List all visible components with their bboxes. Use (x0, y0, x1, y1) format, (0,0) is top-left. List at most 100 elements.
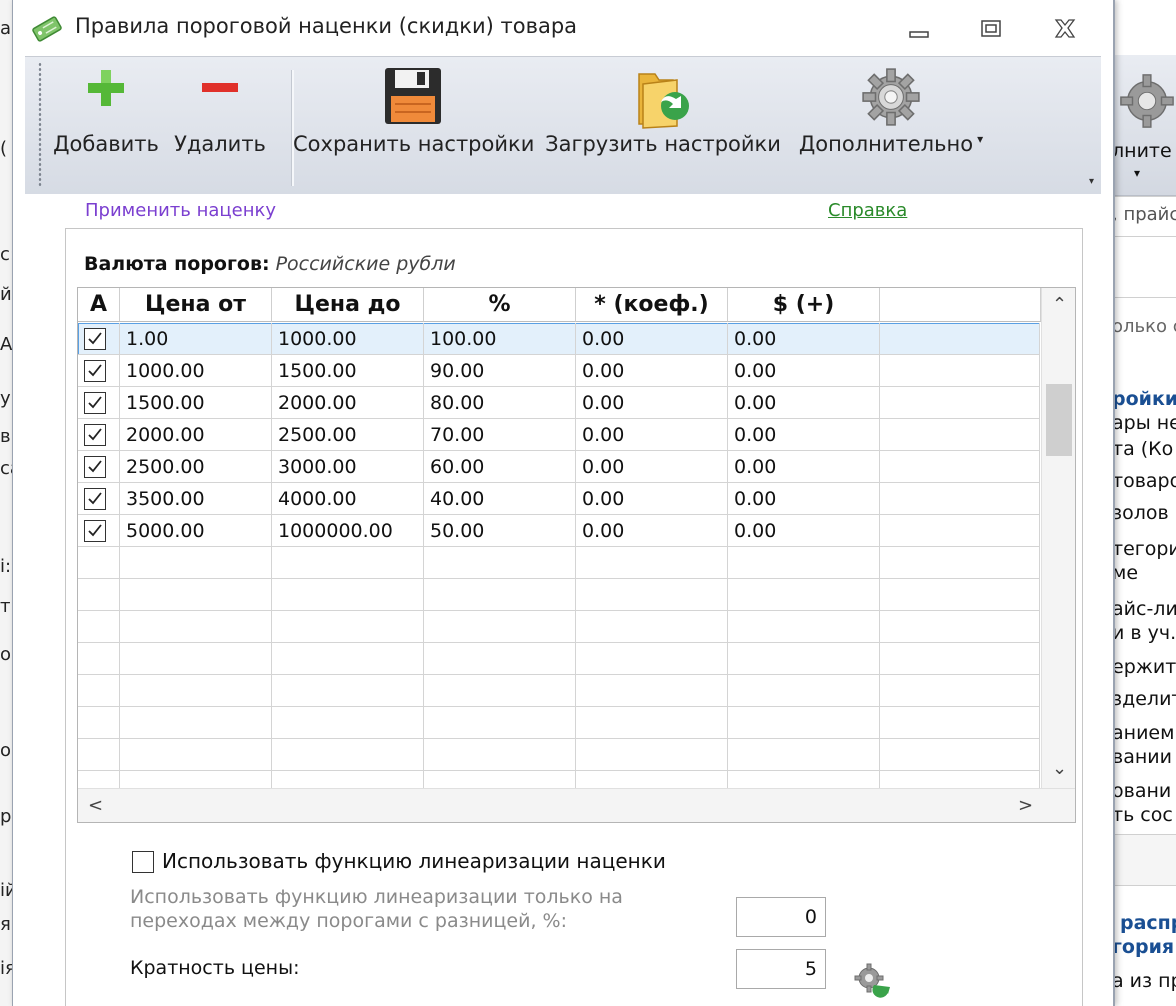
cell-from[interactable] (120, 707, 272, 739)
cell-active[interactable] (78, 323, 120, 355)
save-settings-button[interactable]: Сохранить настройки (293, 56, 534, 194)
row-active-checkbox[interactable] (84, 456, 106, 478)
cell-active[interactable] (78, 643, 120, 675)
cell-coef[interactable]: 0.00 (576, 483, 728, 515)
cell-from[interactable] (120, 675, 272, 707)
cell-coef[interactable] (576, 547, 728, 579)
toolbar-overflow-icon[interactable]: ▾ (1089, 176, 1103, 190)
empty-row[interactable] (78, 579, 1040, 611)
linearization-threshold-input[interactable] (736, 897, 826, 937)
cell-filler[interactable] (880, 419, 1040, 451)
cell-coef[interactable]: 0.00 (576, 323, 728, 355)
cell-pct[interactable] (424, 739, 576, 771)
cell-to[interactable] (272, 675, 424, 707)
table-row[interactable]: 1500.00 2000.00 80.00 0.00 0.00 (78, 387, 1040, 419)
cell-from[interactable]: 2500.00 (120, 451, 272, 483)
cell-plus[interactable]: 0.00 (728, 419, 880, 451)
recalculate-icon[interactable] (854, 963, 890, 999)
cell-to[interactable] (272, 611, 424, 643)
cell-from[interactable]: 1.00 (120, 323, 272, 355)
delete-button[interactable]: Удалить (173, 56, 267, 194)
cell-pct[interactable] (424, 547, 576, 579)
table-row[interactable]: 1.00 1000.00 100.00 0.00 0.00 (78, 323, 1040, 355)
cell-pct[interactable]: 70.00 (424, 419, 576, 451)
cell-filler[interactable] (880, 515, 1040, 547)
row-active-checkbox[interactable] (84, 392, 106, 414)
cell-coef[interactable] (576, 579, 728, 611)
cell-to[interactable]: 2000.00 (272, 387, 424, 419)
cell-coef[interactable] (576, 707, 728, 739)
load-settings-button[interactable]: Загрузить настройки (545, 56, 781, 194)
cell-to[interactable]: 4000.00 (272, 483, 424, 515)
cell-from[interactable]: 2000.00 (120, 419, 272, 451)
cell-from[interactable] (120, 579, 272, 611)
cell-plus[interactable] (728, 739, 880, 771)
cell-pct[interactable]: 60.00 (424, 451, 576, 483)
cell-active[interactable] (78, 707, 120, 739)
cell-to[interactable] (272, 643, 424, 675)
cell-to[interactable] (272, 707, 424, 739)
cell-from[interactable] (120, 611, 272, 643)
cell-active[interactable] (78, 579, 120, 611)
col-header-price-from[interactable]: Цена от (120, 288, 272, 322)
cell-to[interactable] (272, 547, 424, 579)
row-active-checkbox[interactable] (84, 488, 106, 510)
cell-coef[interactable] (576, 611, 728, 643)
cell-active[interactable] (78, 515, 120, 547)
cell-coef[interactable] (576, 739, 728, 771)
cell-coef[interactable]: 0.00 (576, 515, 728, 547)
cell-pct[interactable]: 50.00 (424, 515, 576, 547)
cell-filler[interactable] (880, 547, 1040, 579)
table-row[interactable]: 2000.00 2500.00 70.00 0.00 0.00 (78, 419, 1040, 451)
cell-plus[interactable]: 0.00 (728, 451, 880, 483)
cell-pct[interactable] (424, 579, 576, 611)
cell-plus[interactable]: 0.00 (728, 355, 880, 387)
cell-filler[interactable] (880, 355, 1040, 387)
cell-active[interactable] (78, 419, 120, 451)
cell-active[interactable] (78, 675, 120, 707)
empty-row[interactable] (78, 611, 1040, 643)
cell-to[interactable] (272, 739, 424, 771)
cell-pct[interactable] (424, 611, 576, 643)
cell-filler[interactable] (880, 323, 1040, 355)
col-header-percent[interactable]: % (424, 288, 576, 322)
cell-filler[interactable] (880, 643, 1040, 675)
linearization-checkbox[interactable] (132, 851, 154, 873)
cell-filler[interactable] (880, 451, 1040, 483)
empty-row[interactable] (78, 707, 1040, 739)
cell-plus[interactable]: 0.00 (728, 323, 880, 355)
table-row[interactable]: 3500.00 4000.00 40.00 0.00 0.00 (78, 483, 1040, 515)
maximize-button[interactable] (973, 12, 1009, 46)
minimize-button[interactable] (901, 12, 937, 46)
cell-filler[interactable] (880, 707, 1040, 739)
cell-plus[interactable] (728, 643, 880, 675)
cell-coef[interactable]: 0.00 (576, 451, 728, 483)
more-menu-button[interactable]: Дополнительно ▾ (791, 56, 991, 194)
cell-plus[interactable] (728, 611, 880, 643)
cell-plus[interactable]: 0.00 (728, 483, 880, 515)
cell-from[interactable] (120, 643, 272, 675)
cell-active[interactable] (78, 611, 120, 643)
scroll-down-icon[interactable]: ⌄ (1052, 758, 1067, 779)
cell-pct[interactable]: 100.00 (424, 323, 576, 355)
row-active-checkbox[interactable] (84, 360, 106, 382)
cell-pct[interactable] (424, 643, 576, 675)
cell-pct[interactable]: 80.00 (424, 387, 576, 419)
close-button[interactable] (1047, 12, 1083, 46)
cell-pct[interactable] (424, 675, 576, 707)
col-header-coef[interactable]: * (коеф.) (576, 288, 728, 322)
apply-markup-link[interactable]: Применить наценку (85, 200, 276, 221)
row-active-checkbox[interactable] (84, 520, 106, 542)
cell-coef[interactable]: 0.00 (576, 387, 728, 419)
cell-active[interactable] (78, 483, 120, 515)
help-link[interactable]: Справка (828, 200, 907, 221)
cell-from[interactable]: 1500.00 (120, 387, 272, 419)
cell-coef[interactable] (576, 643, 728, 675)
cell-pct[interactable]: 40.00 (424, 483, 576, 515)
cell-from[interactable]: 5000.00 (120, 515, 272, 547)
table-row[interactable]: 5000.00 1000000.00 50.00 0.00 0.00 (78, 515, 1040, 547)
vertical-scrollbar[interactable]: ⌃ ⌄ (1041, 288, 1075, 788)
empty-row[interactable] (78, 675, 1040, 707)
cell-filler[interactable] (880, 739, 1040, 771)
cell-active[interactable] (78, 547, 120, 579)
